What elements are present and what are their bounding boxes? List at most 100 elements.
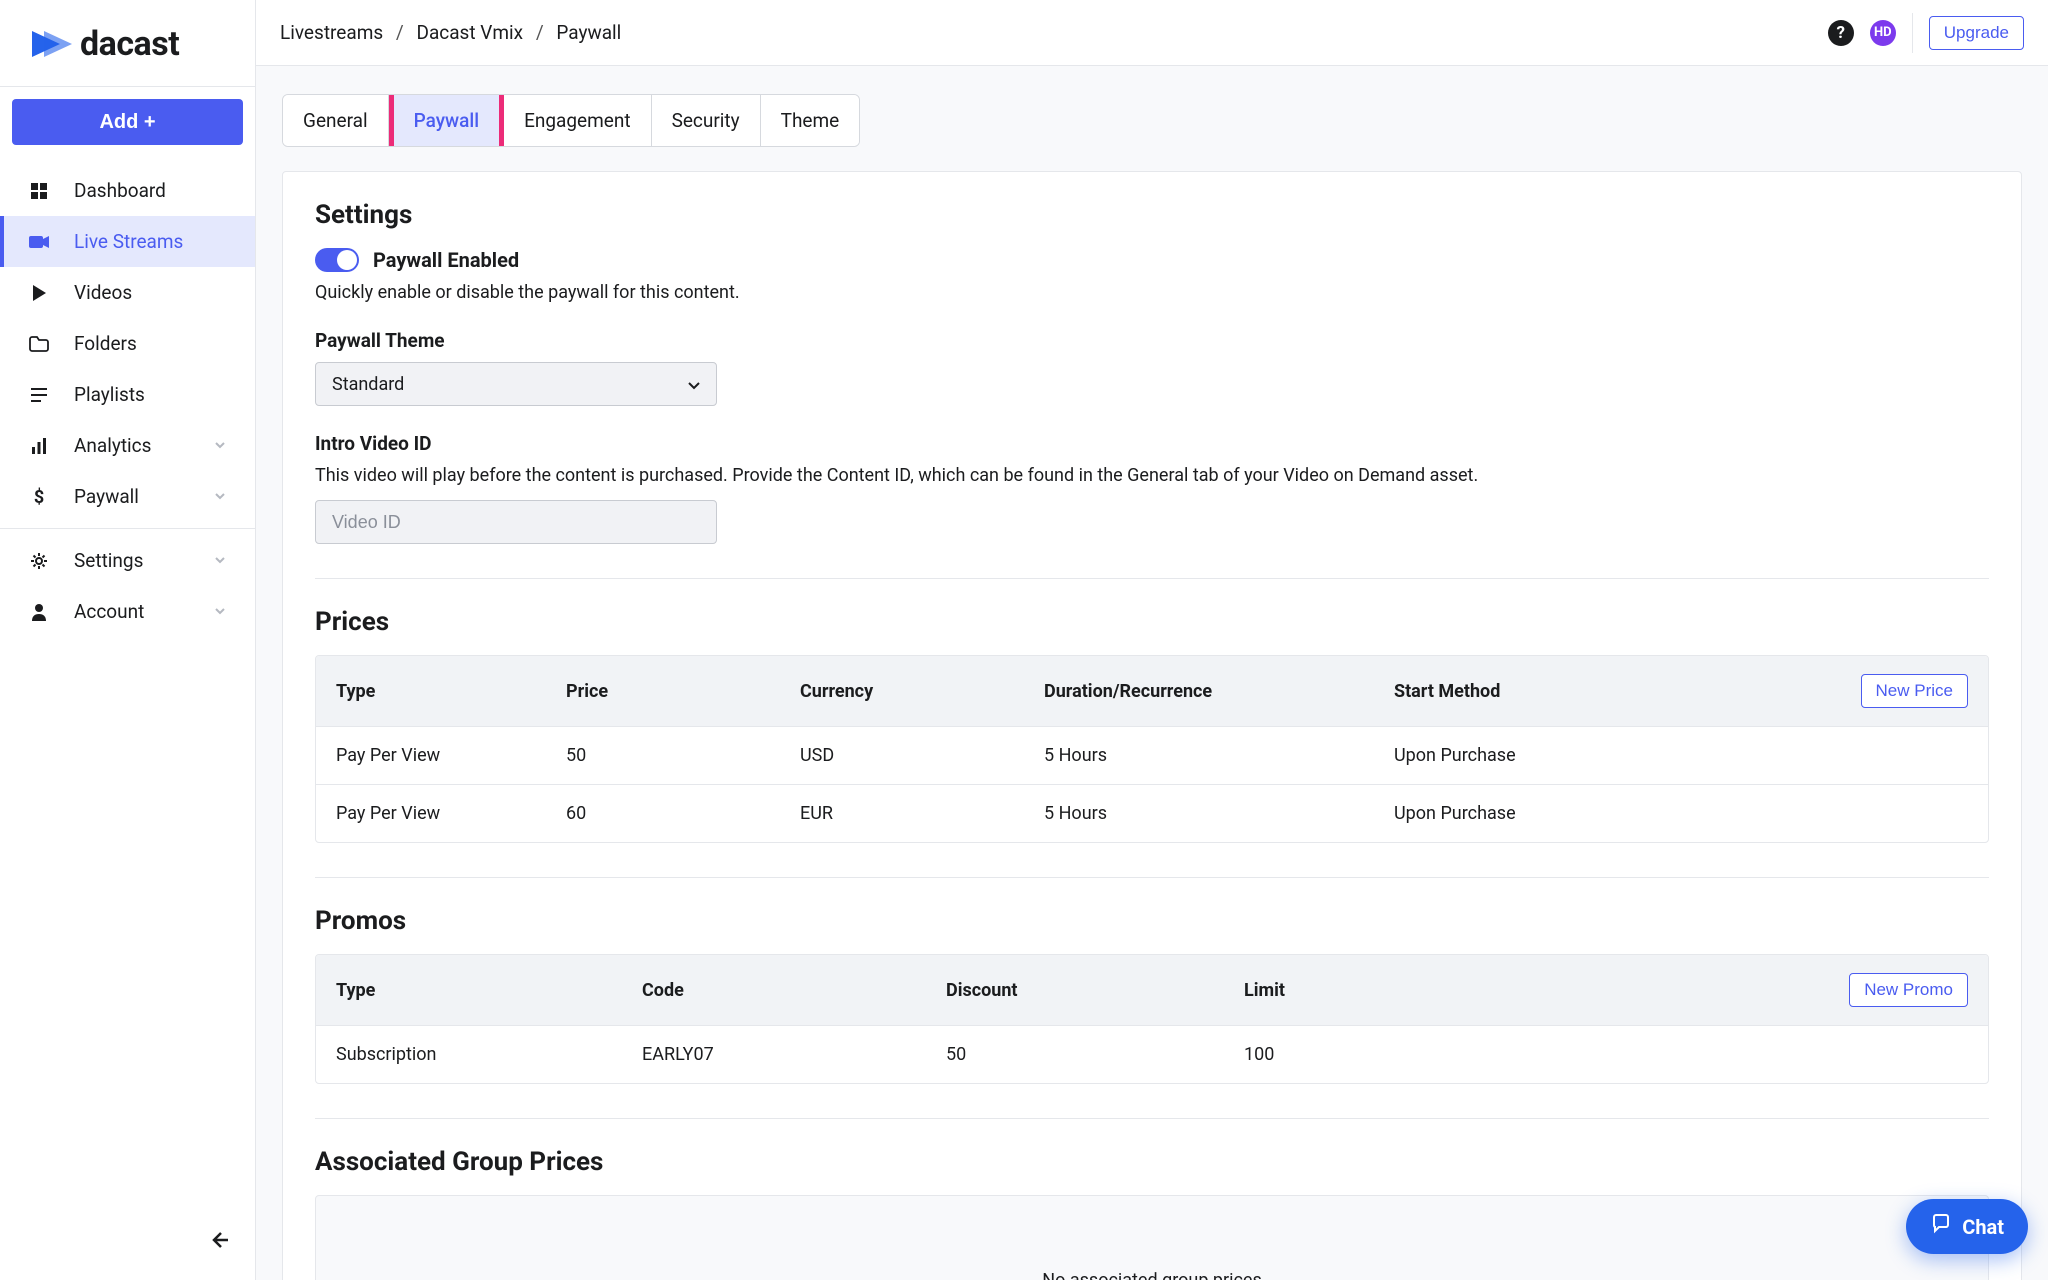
table-row[interactable]: Pay Per View 60 EUR 5 Hours Upon Purchas… xyxy=(316,784,1988,842)
cell-limit: 100 xyxy=(1244,1044,1968,1065)
playlist-icon xyxy=(28,384,50,406)
folder-icon xyxy=(28,333,50,355)
sidebar-item-settings[interactable]: Settings xyxy=(0,535,255,586)
prices-table: Type Price Currency Duration/Recurrence … xyxy=(315,655,1989,843)
divider xyxy=(315,877,1989,878)
sidebar-item-paywall[interactable]: $ Paywall xyxy=(0,471,255,522)
sidebar: dacast Add + Dashboard Live Streams Vide… xyxy=(0,0,256,1280)
breadcrumb-item: Paywall xyxy=(556,21,621,44)
column-header: Limit xyxy=(1244,980,1849,1001)
cell-start: Upon Purchase xyxy=(1394,745,1968,766)
sidebar-item-folders[interactable]: Folders xyxy=(0,318,255,369)
tab-general[interactable]: General xyxy=(283,95,389,146)
sidebar-item-label: Live Streams xyxy=(74,230,227,253)
sidebar-item-playlists[interactable]: Playlists xyxy=(0,369,255,420)
table-row[interactable]: Subscription EARLY07 50 100 xyxy=(316,1025,1988,1083)
column-header: Price xyxy=(566,681,800,702)
toggle-help-text: Quickly enable or disable the paywall fo… xyxy=(315,282,1989,303)
column-header: Discount xyxy=(946,980,1244,1001)
sidebar-item-label: Playlists xyxy=(74,383,227,406)
sidebar-item-live-streams[interactable]: Live Streams xyxy=(0,216,255,267)
column-header: Duration/Recurrence xyxy=(1044,681,1394,702)
play-icon xyxy=(28,282,50,304)
sidebar-item-analytics[interactable]: Analytics xyxy=(0,420,255,471)
breadcrumb: Livestreams / Dacast Vmix / Paywall xyxy=(280,21,1828,44)
column-header: Type xyxy=(336,980,642,1001)
tab-security[interactable]: Security xyxy=(652,95,761,146)
help-icon[interactable]: ? xyxy=(1828,20,1854,46)
sidebar-item-videos[interactable]: Videos xyxy=(0,267,255,318)
paywall-theme-label: Paywall Theme xyxy=(315,329,1989,352)
divider xyxy=(1912,13,1913,53)
column-header: Type xyxy=(336,681,566,702)
divider xyxy=(315,578,1989,579)
chat-label: Chat xyxy=(1962,1215,2004,1239)
select-value: Standard xyxy=(332,374,404,395)
settings-heading: Settings xyxy=(315,200,1989,230)
user-icon xyxy=(28,601,50,623)
sidebar-item-label: Dashboard xyxy=(74,179,227,202)
cell-discount: 50 xyxy=(946,1044,1244,1065)
tab-engagement[interactable]: Engagement xyxy=(504,95,652,146)
tabs: General Paywall Engagement Security Them… xyxy=(282,94,860,147)
table-header: Type Code Discount Limit New Promo xyxy=(316,955,1988,1025)
cell-type: Pay Per View xyxy=(336,745,566,766)
cell-duration: 5 Hours xyxy=(1044,745,1394,766)
empty-text: No associated group prices xyxy=(1042,1270,1261,1280)
promos-heading: Promos xyxy=(315,906,1989,936)
dollar-icon: $ xyxy=(28,486,50,508)
intro-video-help: This video will play before the content … xyxy=(315,465,1989,486)
chevron-down-icon xyxy=(688,374,700,395)
upgrade-button[interactable]: Upgrade xyxy=(1929,16,2024,50)
toggle-label: Paywall Enabled xyxy=(373,248,519,272)
cell-start: Upon Purchase xyxy=(1394,803,1968,824)
chevron-down-icon xyxy=(213,549,227,572)
chevron-down-icon xyxy=(213,434,227,457)
cell-currency: EUR xyxy=(800,803,1044,824)
chevron-down-icon xyxy=(213,485,227,508)
tab-theme[interactable]: Theme xyxy=(761,95,860,146)
sidebar-item-label: Videos xyxy=(74,281,227,304)
chat-button[interactable]: Chat xyxy=(1906,1199,2028,1254)
chat-icon xyxy=(1930,1213,1952,1240)
breadcrumb-item[interactable]: Livestreams xyxy=(280,21,383,44)
table-header: Type Price Currency Duration/Recurrence … xyxy=(316,656,1988,726)
logo[interactable]: dacast xyxy=(0,0,255,86)
new-price-button[interactable]: New Price xyxy=(1861,674,1968,708)
sidebar-item-account[interactable]: Account xyxy=(0,586,255,637)
avatar[interactable]: HD xyxy=(1870,20,1896,46)
cell-currency: USD xyxy=(800,745,1044,766)
tab-highlight: Paywall xyxy=(389,94,504,147)
intro-video-label: Intro Video ID xyxy=(315,432,1989,455)
sidebar-item-dashboard[interactable]: Dashboard xyxy=(0,165,255,216)
add-button[interactable]: Add + xyxy=(12,99,243,145)
paywall-enabled-toggle[interactable] xyxy=(315,248,359,272)
breadcrumb-separator: / xyxy=(396,21,404,44)
tab-paywall[interactable]: Paywall xyxy=(394,95,499,146)
logo-text: dacast xyxy=(80,24,179,64)
paywall-theme-select[interactable]: Standard xyxy=(315,362,717,406)
main: Livestreams / Dacast Vmix / Paywall ? HD… xyxy=(256,0,2048,1280)
column-header: Currency xyxy=(800,681,1044,702)
dashboard-icon xyxy=(28,180,50,202)
intro-video-input[interactable] xyxy=(315,500,717,544)
breadcrumb-item[interactable]: Dacast Vmix xyxy=(416,21,523,44)
sidebar-item-label: Account xyxy=(74,600,189,623)
prices-heading: Prices xyxy=(315,607,1989,637)
cell-price: 60 xyxy=(566,803,800,824)
gear-icon xyxy=(28,550,50,572)
new-promo-button[interactable]: New Promo xyxy=(1849,973,1968,1007)
topbar: Livestreams / Dacast Vmix / Paywall ? HD… xyxy=(256,0,2048,66)
cell-type: Pay Per View xyxy=(336,803,566,824)
divider xyxy=(0,528,255,529)
sidebar-item-label: Settings xyxy=(74,549,189,572)
settings-card: Settings Paywall Enabled Quickly enable … xyxy=(282,171,2022,1280)
sidebar-item-label: Folders xyxy=(74,332,227,355)
camera-icon xyxy=(28,231,50,253)
sidebar-item-label: Paywall xyxy=(74,485,189,508)
table-row[interactable]: Pay Per View 50 USD 5 Hours Upon Purchas… xyxy=(316,726,1988,784)
back-arrow-icon[interactable] xyxy=(207,1228,231,1256)
group-prices-empty: No associated group prices xyxy=(315,1195,1989,1280)
column-header: Code xyxy=(642,980,946,1001)
chevron-down-icon xyxy=(213,600,227,623)
